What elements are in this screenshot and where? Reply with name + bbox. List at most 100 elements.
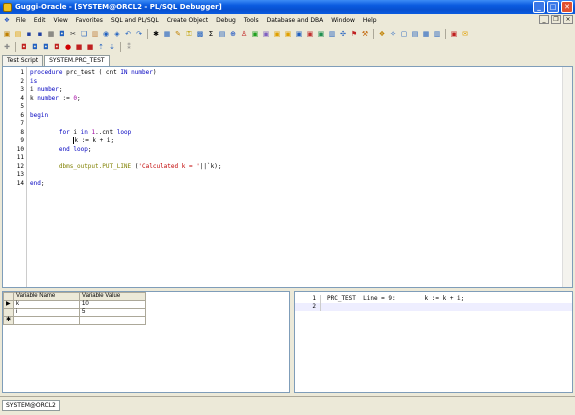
menu-view[interactable]: View bbox=[50, 17, 72, 24]
grid-icon[interactable]: ▩ bbox=[195, 29, 205, 39]
toolbar-separator bbox=[373, 28, 374, 39]
paste-icon[interactable]: ▥ bbox=[90, 29, 100, 39]
move-down-icon[interactable]: ⇣ bbox=[107, 42, 117, 52]
menu-create-object[interactable]: Create Object bbox=[163, 17, 212, 24]
line-number: 4 bbox=[20, 94, 24, 102]
user-icon[interactable]: ♙ bbox=[239, 29, 249, 39]
pencil-icon[interactable]: ✎ bbox=[173, 29, 183, 39]
variable-value-cell[interactable]: 5 bbox=[79, 308, 147, 317]
network-icon[interactable]: ✣ bbox=[338, 29, 348, 39]
mdi-close-button[interactable]: × bbox=[563, 15, 573, 24]
star-icon[interactable]: ✱ bbox=[151, 29, 161, 39]
menu-favorites[interactable]: Favorites bbox=[72, 17, 107, 24]
chart-icon[interactable]: ▥ bbox=[327, 29, 337, 39]
toolbar-separator bbox=[445, 28, 446, 39]
layout-icon[interactable]: ▤ bbox=[410, 29, 420, 39]
db-icon[interactable]: ▣ bbox=[272, 29, 282, 39]
add-icon[interactable]: ⊕ bbox=[228, 29, 238, 39]
menu-tools[interactable]: Tools bbox=[240, 17, 263, 24]
editor-vertical-scrollbar[interactable] bbox=[562, 67, 572, 287]
new-variable-name-cell[interactable] bbox=[13, 316, 81, 325]
watch-icon[interactable]: ⁑ bbox=[124, 42, 134, 52]
key-icon[interactable]: ⚿ bbox=[184, 29, 194, 39]
menu-file[interactable]: File bbox=[12, 17, 30, 24]
row-indicator bbox=[2, 308, 15, 317]
tool-icon[interactable]: ⚒ bbox=[360, 29, 370, 39]
table-row[interactable]: ▶ k 10 bbox=[2, 300, 147, 309]
table-icon[interactable]: ▦ bbox=[162, 29, 172, 39]
close-button[interactable]: ✕ bbox=[561, 1, 573, 13]
line-number: 9 bbox=[20, 137, 24, 144]
open-icon[interactable]: ▤ bbox=[13, 29, 23, 39]
preview-icon[interactable]: ◘ bbox=[57, 29, 67, 39]
run-icon[interactable]: ◘ bbox=[19, 42, 29, 52]
group-icon[interactable]: ❖ bbox=[377, 29, 387, 39]
menu-sql-plsql[interactable]: SQL and PL/SQL bbox=[107, 17, 163, 24]
maximize-button[interactable]: □ bbox=[547, 1, 559, 13]
undo-icon[interactable]: ↶ bbox=[123, 29, 133, 39]
window-icon[interactable]: ▢ bbox=[399, 29, 409, 39]
menu-help[interactable]: Help bbox=[359, 17, 381, 24]
doc-icon[interactable]: ❖ bbox=[2, 16, 12, 24]
redo-icon[interactable]: ↷ bbox=[134, 29, 144, 39]
new-icon[interactable]: ▣ bbox=[2, 29, 12, 39]
component-icon[interactable]: ▣ bbox=[250, 29, 260, 39]
variable-name-cell[interactable]: k bbox=[13, 300, 81, 309]
column-header-variable-name[interactable]: Variable Name bbox=[13, 292, 81, 301]
mdi-minimize-button[interactable]: _ bbox=[539, 15, 549, 24]
save-all-icon[interactable]: ▪ bbox=[35, 29, 45, 39]
flag-icon[interactable]: ⚑ bbox=[349, 29, 359, 39]
db3-icon[interactable]: ▣ bbox=[294, 29, 304, 39]
code-line: 12 dbms_output.PUT_LINE ('Calculated k =… bbox=[3, 163, 570, 172]
menu-debug[interactable]: Debug bbox=[212, 17, 240, 24]
help-icon[interactable]: ✉ bbox=[460, 29, 470, 39]
new-variable-value-cell[interactable] bbox=[79, 316, 147, 325]
variable-name-cell[interactable]: i bbox=[13, 308, 81, 317]
row-indicator-header bbox=[2, 292, 15, 301]
step-out-icon[interactable]: ◘ bbox=[52, 42, 62, 52]
line-number: 5 bbox=[20, 103, 24, 110]
sigma-icon[interactable]: Σ bbox=[206, 29, 216, 39]
column-header-variable-value[interactable]: Variable Value bbox=[79, 292, 147, 301]
schema-icon[interactable]: ▣ bbox=[261, 29, 271, 39]
menu-window[interactable]: Window bbox=[327, 17, 359, 24]
cascade-icon[interactable]: ▥ bbox=[432, 29, 442, 39]
toolbar-separator bbox=[120, 41, 121, 52]
tile-icon[interactable]: ▦ bbox=[421, 29, 431, 39]
menu-edit[interactable]: Edit bbox=[30, 17, 50, 24]
calendar-icon[interactable]: ▤ bbox=[217, 29, 227, 39]
menu-bar: ❖ File Edit View Favorites SQL and PL/SQ… bbox=[0, 14, 575, 26]
move-up-icon[interactable]: ⇡ bbox=[96, 42, 106, 52]
options-icon[interactable]: ▣ bbox=[449, 29, 459, 39]
db2-icon[interactable]: ▣ bbox=[283, 29, 293, 39]
line-number: 8 bbox=[20, 128, 24, 136]
minimize-button[interactable]: _ bbox=[533, 1, 545, 13]
cut-icon[interactable]: ✂ bbox=[68, 29, 78, 39]
find-icon[interactable]: ◉ bbox=[101, 29, 111, 39]
export-icon[interactable]: ▣ bbox=[305, 29, 315, 39]
tab-prc-test[interactable]: SYSTEM.PRC_TEST bbox=[44, 55, 110, 66]
stop-icon[interactable]: ● bbox=[63, 42, 73, 52]
table-row[interactable]: i 5 bbox=[2, 308, 147, 317]
pause-icon[interactable]: ■ bbox=[85, 42, 95, 52]
wizard-icon[interactable]: ✧ bbox=[388, 29, 398, 39]
replace-icon[interactable]: ◈ bbox=[112, 29, 122, 39]
break-icon[interactable]: ■ bbox=[74, 42, 84, 52]
print-icon[interactable]: ▦ bbox=[46, 29, 56, 39]
line-number: 1 bbox=[295, 295, 321, 303]
connection-tab[interactable]: SYSTEM@ORCL2 bbox=[2, 400, 60, 411]
save-icon[interactable]: ▪ bbox=[24, 29, 34, 39]
code-editor[interactable]: 1 procedure prc_test ( cnt IN number) 2 is… bbox=[2, 66, 573, 288]
debug-output-panel[interactable]: 1 PRC_TEST Line = 9: k := k + i; 2 bbox=[294, 291, 573, 393]
tab-test-script[interactable]: Test Script bbox=[2, 55, 44, 66]
mdi-restore-button[interactable]: ❐ bbox=[551, 15, 561, 24]
app-icon bbox=[3, 2, 12, 12]
new-row[interactable]: ✱ bbox=[2, 316, 147, 325]
menu-database-dba[interactable]: Database and DBA bbox=[263, 17, 328, 24]
step-over-icon[interactable]: ◘ bbox=[41, 42, 51, 52]
variable-value-cell[interactable]: 10 bbox=[79, 300, 147, 309]
step-into-icon[interactable]: ◘ bbox=[30, 42, 40, 52]
copy-icon[interactable]: ❏ bbox=[79, 29, 89, 39]
output-line: 2 bbox=[295, 303, 572, 311]
image-icon[interactable]: ▣ bbox=[316, 29, 326, 39]
